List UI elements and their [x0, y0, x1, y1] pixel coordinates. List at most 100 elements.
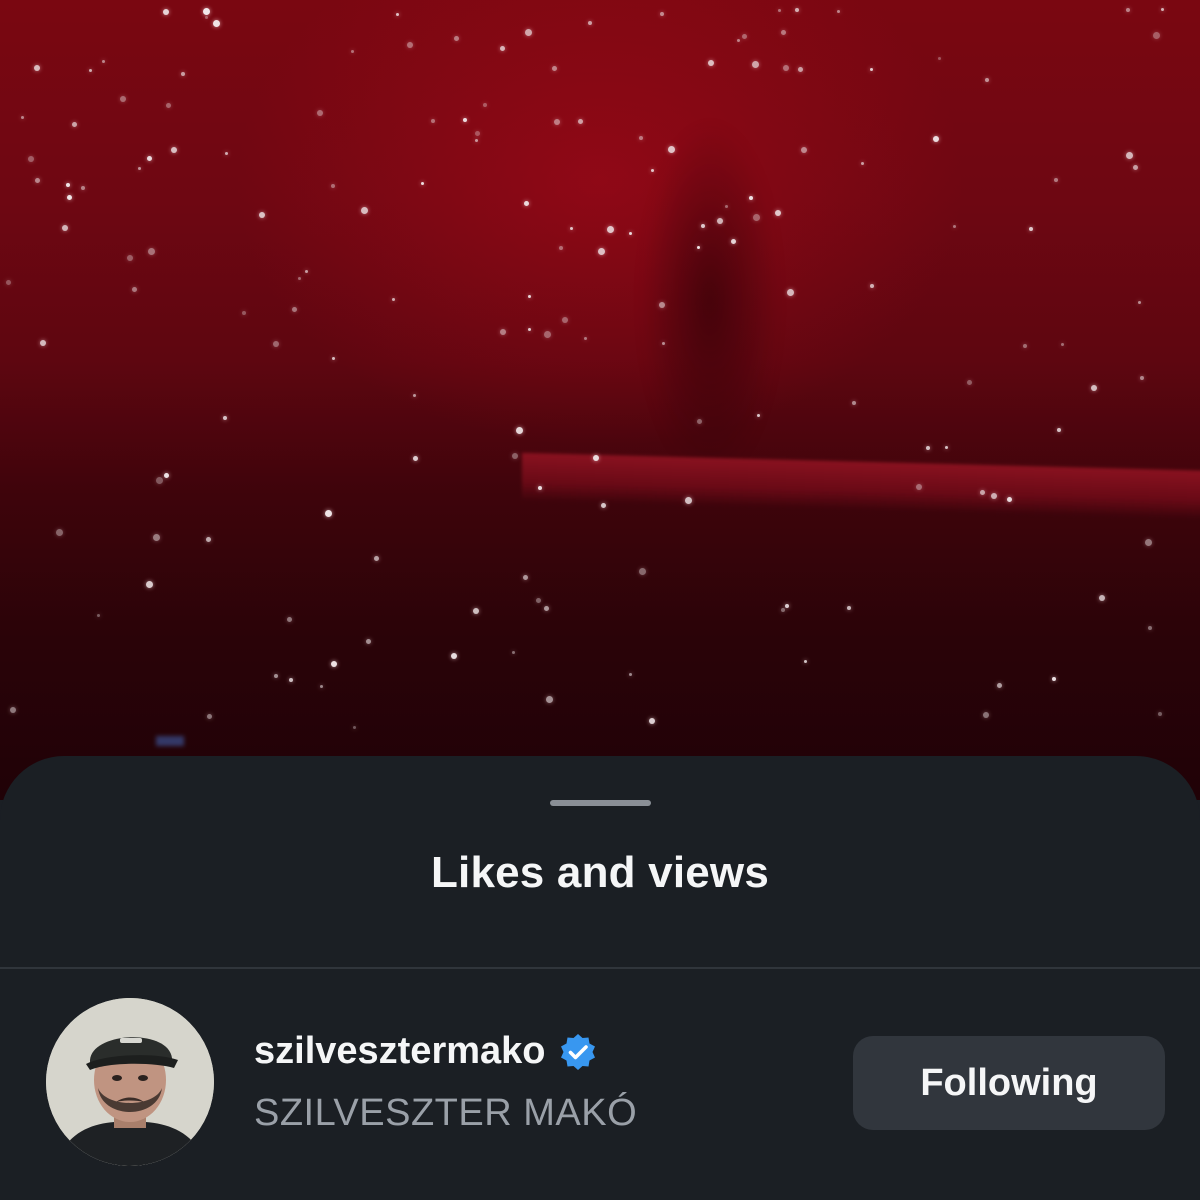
sparkle-dot: [757, 414, 760, 417]
sparkle-dot: [775, 210, 781, 216]
username[interactable]: szilvesztermako: [254, 1030, 546, 1073]
sparkle-dot: [778, 9, 781, 12]
sparkle-dot: [607, 226, 614, 233]
sparkle-dot: [206, 537, 211, 542]
sparkle-dot: [804, 660, 807, 663]
sparkle-dot: [847, 606, 851, 610]
sparkle-dot: [153, 534, 160, 541]
sparkle-dot: [292, 307, 297, 312]
sparkle-dot: [593, 455, 599, 461]
sparkle-dot: [985, 78, 989, 82]
sparkle-dot: [483, 103, 487, 107]
sparkle-dot: [554, 119, 560, 125]
sparkle-dot: [274, 674, 278, 678]
sparkle-dot: [120, 96, 126, 102]
sparkle-dot: [528, 295, 531, 298]
sparkle-dot: [524, 201, 529, 206]
sparkle-dot: [544, 331, 551, 338]
sparkle-dot: [1133, 165, 1138, 170]
sparkle-dot: [512, 453, 518, 459]
following-button[interactable]: Following: [853, 1036, 1165, 1130]
sparkle-dot: [787, 289, 794, 296]
sparkle-dot: [697, 246, 700, 249]
sparkle-dot: [629, 673, 632, 676]
sparkle-dot: [81, 186, 85, 190]
sparkle-dot: [1161, 8, 1164, 11]
story-media-background[interactable]: [0, 0, 1200, 800]
sparkle-dot: [147, 156, 152, 161]
sparkle-dot: [1140, 376, 1144, 380]
sparkle-dot: [21, 116, 24, 119]
sparkle-dot: [544, 606, 549, 611]
sparkle-dot: [708, 60, 714, 66]
sparkle-dot: [798, 67, 803, 72]
avatar-portrait: [46, 998, 214, 1166]
sparkle-dot: [781, 30, 786, 35]
sparkle-dot: [685, 497, 692, 504]
sparkle-dot: [205, 16, 208, 19]
sparkle-dot: [305, 270, 308, 273]
sparkle-dot: [34, 65, 40, 71]
sparkle-dot: [156, 477, 163, 484]
sparkle-dot: [413, 456, 418, 461]
sparkle-dot: [916, 484, 922, 490]
sparkle-dot: [1126, 8, 1130, 12]
sparkle-dot: [536, 598, 541, 603]
story-viewer-screen: Likes and views szilvesztermako SZILVESZ…: [0, 0, 1200, 1200]
sparkle-dot: [1138, 301, 1141, 304]
sparkle-dot: [731, 239, 736, 244]
sparkle-dot: [353, 726, 356, 729]
sparkle-dot: [325, 510, 332, 517]
sparkle-dot: [525, 29, 532, 36]
sparkle-dot: [552, 66, 557, 71]
sparkle-dot: [1099, 595, 1105, 601]
sparkle-dot: [102, 60, 105, 63]
sparkle-dot: [1023, 344, 1027, 348]
sparkle-dot: [980, 490, 985, 495]
sparkle-dot: [795, 8, 799, 12]
sparkle-dot: [953, 225, 956, 228]
sparkle-dot: [737, 39, 740, 42]
sparkle-dot: [28, 156, 34, 162]
sparkle-dot: [500, 329, 506, 335]
sparkle-dot: [651, 169, 654, 172]
sparkle-dot: [148, 248, 155, 255]
sparkle-dot: [697, 419, 702, 424]
sparkle-dot: [523, 575, 528, 580]
sparkle-dot: [127, 255, 133, 261]
sparkle-dot: [259, 212, 265, 218]
sparkle-dot: [785, 604, 789, 608]
sparkle-dot: [163, 9, 169, 15]
sparkle-dot: [366, 639, 371, 644]
sparkle-dot: [331, 184, 335, 188]
sheet-grabber-handle[interactable]: [550, 800, 651, 806]
sparkle-dot: [717, 218, 723, 224]
sparkle-dot: [223, 416, 227, 420]
sparkle-dot: [242, 311, 246, 315]
sparkle-dot: [166, 103, 171, 108]
sparkle-dot: [203, 8, 210, 15]
sparkle-dot: [66, 183, 70, 187]
sparkle-dot: [938, 57, 941, 60]
sheet-title: Likes and views: [430, 848, 770, 897]
sparkle-dot: [451, 653, 457, 659]
sparkle-dot: [1158, 712, 1162, 716]
sparkle-dot: [40, 340, 46, 346]
sparkle-dot: [1148, 626, 1152, 630]
sparkle-dot: [578, 119, 583, 124]
sparkle-dot: [783, 65, 789, 71]
sparkle-dot: [742, 34, 747, 39]
sparkle-dot: [213, 20, 220, 27]
viewer-row[interactable]: szilvesztermako SZILVESZTER MAKÓ Followi…: [0, 996, 1200, 1176]
sparkle-dot: [62, 225, 68, 231]
sparkle-dot: [752, 61, 759, 68]
avatar[interactable]: [46, 998, 214, 1166]
sparkle-dot: [870, 284, 874, 288]
sparkle-dot: [273, 341, 279, 347]
sparkle-dot: [660, 12, 664, 16]
media-shelf: [522, 452, 1200, 520]
sparkle-dot: [1052, 677, 1056, 681]
sparkle-dot: [639, 136, 643, 140]
sparkle-dot: [298, 277, 301, 280]
sparkle-dot: [753, 214, 760, 221]
